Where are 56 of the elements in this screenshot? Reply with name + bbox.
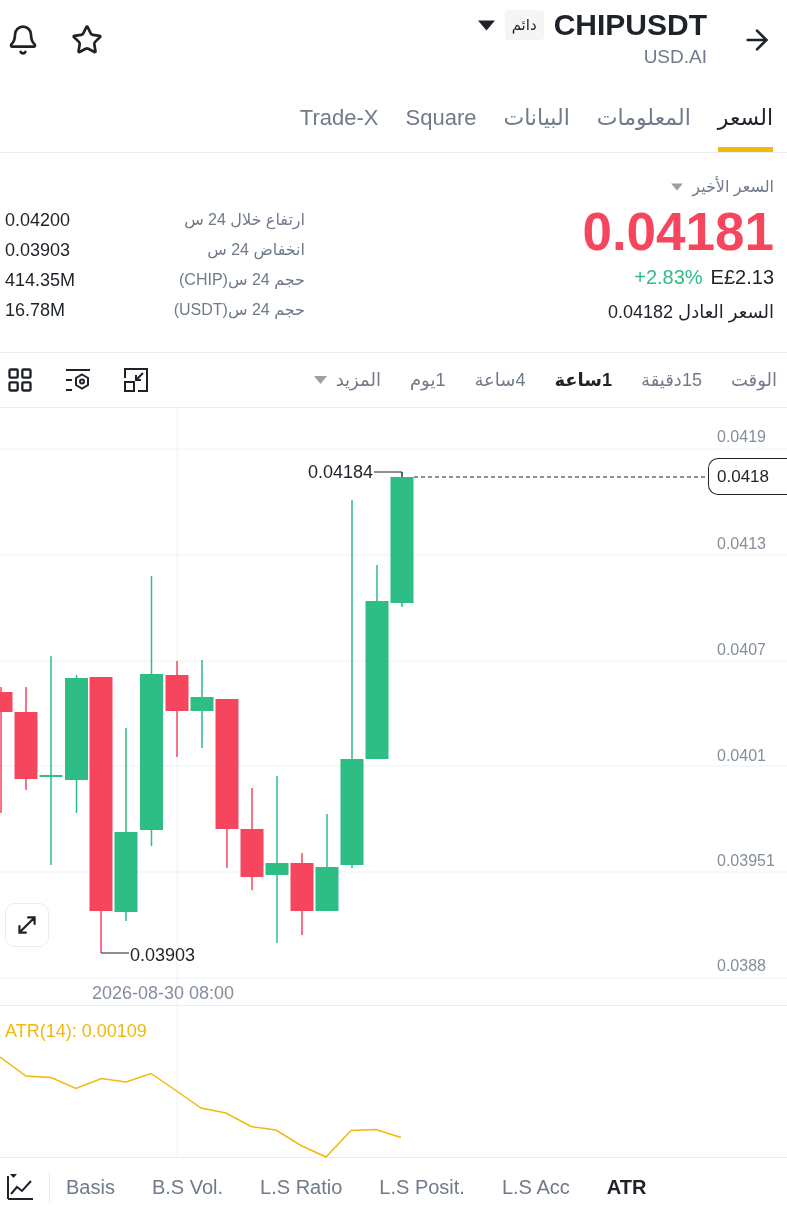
interval-tab[interactable]: 1ساعة	[554, 366, 613, 394]
price-axis-label: 0.0413	[717, 534, 766, 554]
leader-line	[373, 471, 403, 478]
tab[interactable]: Trade-X	[299, 84, 379, 152]
price-axis-label: 0.0401	[717, 746, 766, 766]
fair-price: السعر العادل 0.04182	[608, 301, 774, 323]
interval-tab[interactable]: المزيد	[335, 366, 381, 394]
stat-value: 0.03903	[5, 238, 71, 262]
stat-value: 16.78M	[5, 298, 66, 322]
contract-badge: دائم	[504, 10, 544, 40]
indicator-tab[interactable]: L.S Posit.	[379, 1172, 465, 1202]
interval-tab[interactable]: 4ساعة	[474, 366, 526, 394]
stat-label: حجم 24 س(CHIP)	[179, 270, 305, 291]
tab[interactable]: المعلومات	[596, 84, 691, 152]
line-chart-icon[interactable]	[5, 1172, 35, 1202]
interval-tab[interactable]: 15دقيقة	[641, 366, 702, 394]
current-price-tag: 0.0418	[708, 458, 787, 495]
high-price-label: 0.04184	[307, 461, 373, 483]
symbol-title: CHIPUSDT	[553, 7, 707, 43]
price-axis-label: 0.0419	[717, 427, 766, 447]
price-axis-label: 0.0388	[717, 956, 766, 976]
bell-icon[interactable]	[7, 24, 39, 56]
local-price: E£2.13	[710, 265, 774, 290]
price-axis-label: 0.03951	[717, 851, 775, 871]
indicator-tab[interactable]: Basis	[66, 1172, 115, 1202]
symbol-subtitle: USD.AI	[643, 46, 707, 68]
expand-button[interactable]	[5, 903, 49, 947]
settings-icon[interactable]	[64, 366, 92, 394]
indicator-tab[interactable]: L.S Acc	[501, 1172, 570, 1202]
caret-icon	[477, 19, 495, 31]
caret-icon	[313, 376, 327, 384]
stat-label: حجم 24 س(USDT)	[173, 300, 305, 321]
tab[interactable]: البيانات	[503, 84, 570, 152]
indicator-tab[interactable]: ATR	[606, 1172, 647, 1202]
indicator-tab[interactable]: B.S Vol.	[151, 1172, 224, 1202]
grid-icon[interactable]	[6, 366, 34, 394]
caret-icon	[671, 183, 684, 191]
tab[interactable]: السعر	[717, 84, 773, 152]
stat-label: انخفاض 24 س	[207, 240, 305, 262]
indicator-tab[interactable]: L.S Ratio	[260, 1172, 343, 1202]
stat-value: 414.35M	[5, 268, 76, 292]
low-price-label: 0.03903	[130, 944, 196, 966]
star-icon[interactable]	[71, 24, 103, 56]
price-axis-label: 0.0407	[717, 640, 766, 660]
tab[interactable]: Square	[405, 84, 477, 152]
leader-line	[100, 952, 130, 954]
time-axis-label: 2026-08-30 08:00	[92, 982, 235, 1004]
price-change: +2.83%	[634, 265, 703, 290]
atr-value-label: ATR(14): 0.00109	[5, 1020, 147, 1042]
stat-label: ارتفاع خلال 24 س	[184, 210, 305, 232]
stat-value: 0.04200	[5, 208, 71, 232]
price-label[interactable]: السعر الأخير	[692, 175, 774, 199]
interval-tab[interactable]: الوقت	[730, 366, 777, 394]
last-price: 0.04181	[582, 204, 774, 260]
interval-tab[interactable]: 1يوم	[409, 366, 446, 394]
minimize-icon[interactable]	[122, 366, 150, 394]
